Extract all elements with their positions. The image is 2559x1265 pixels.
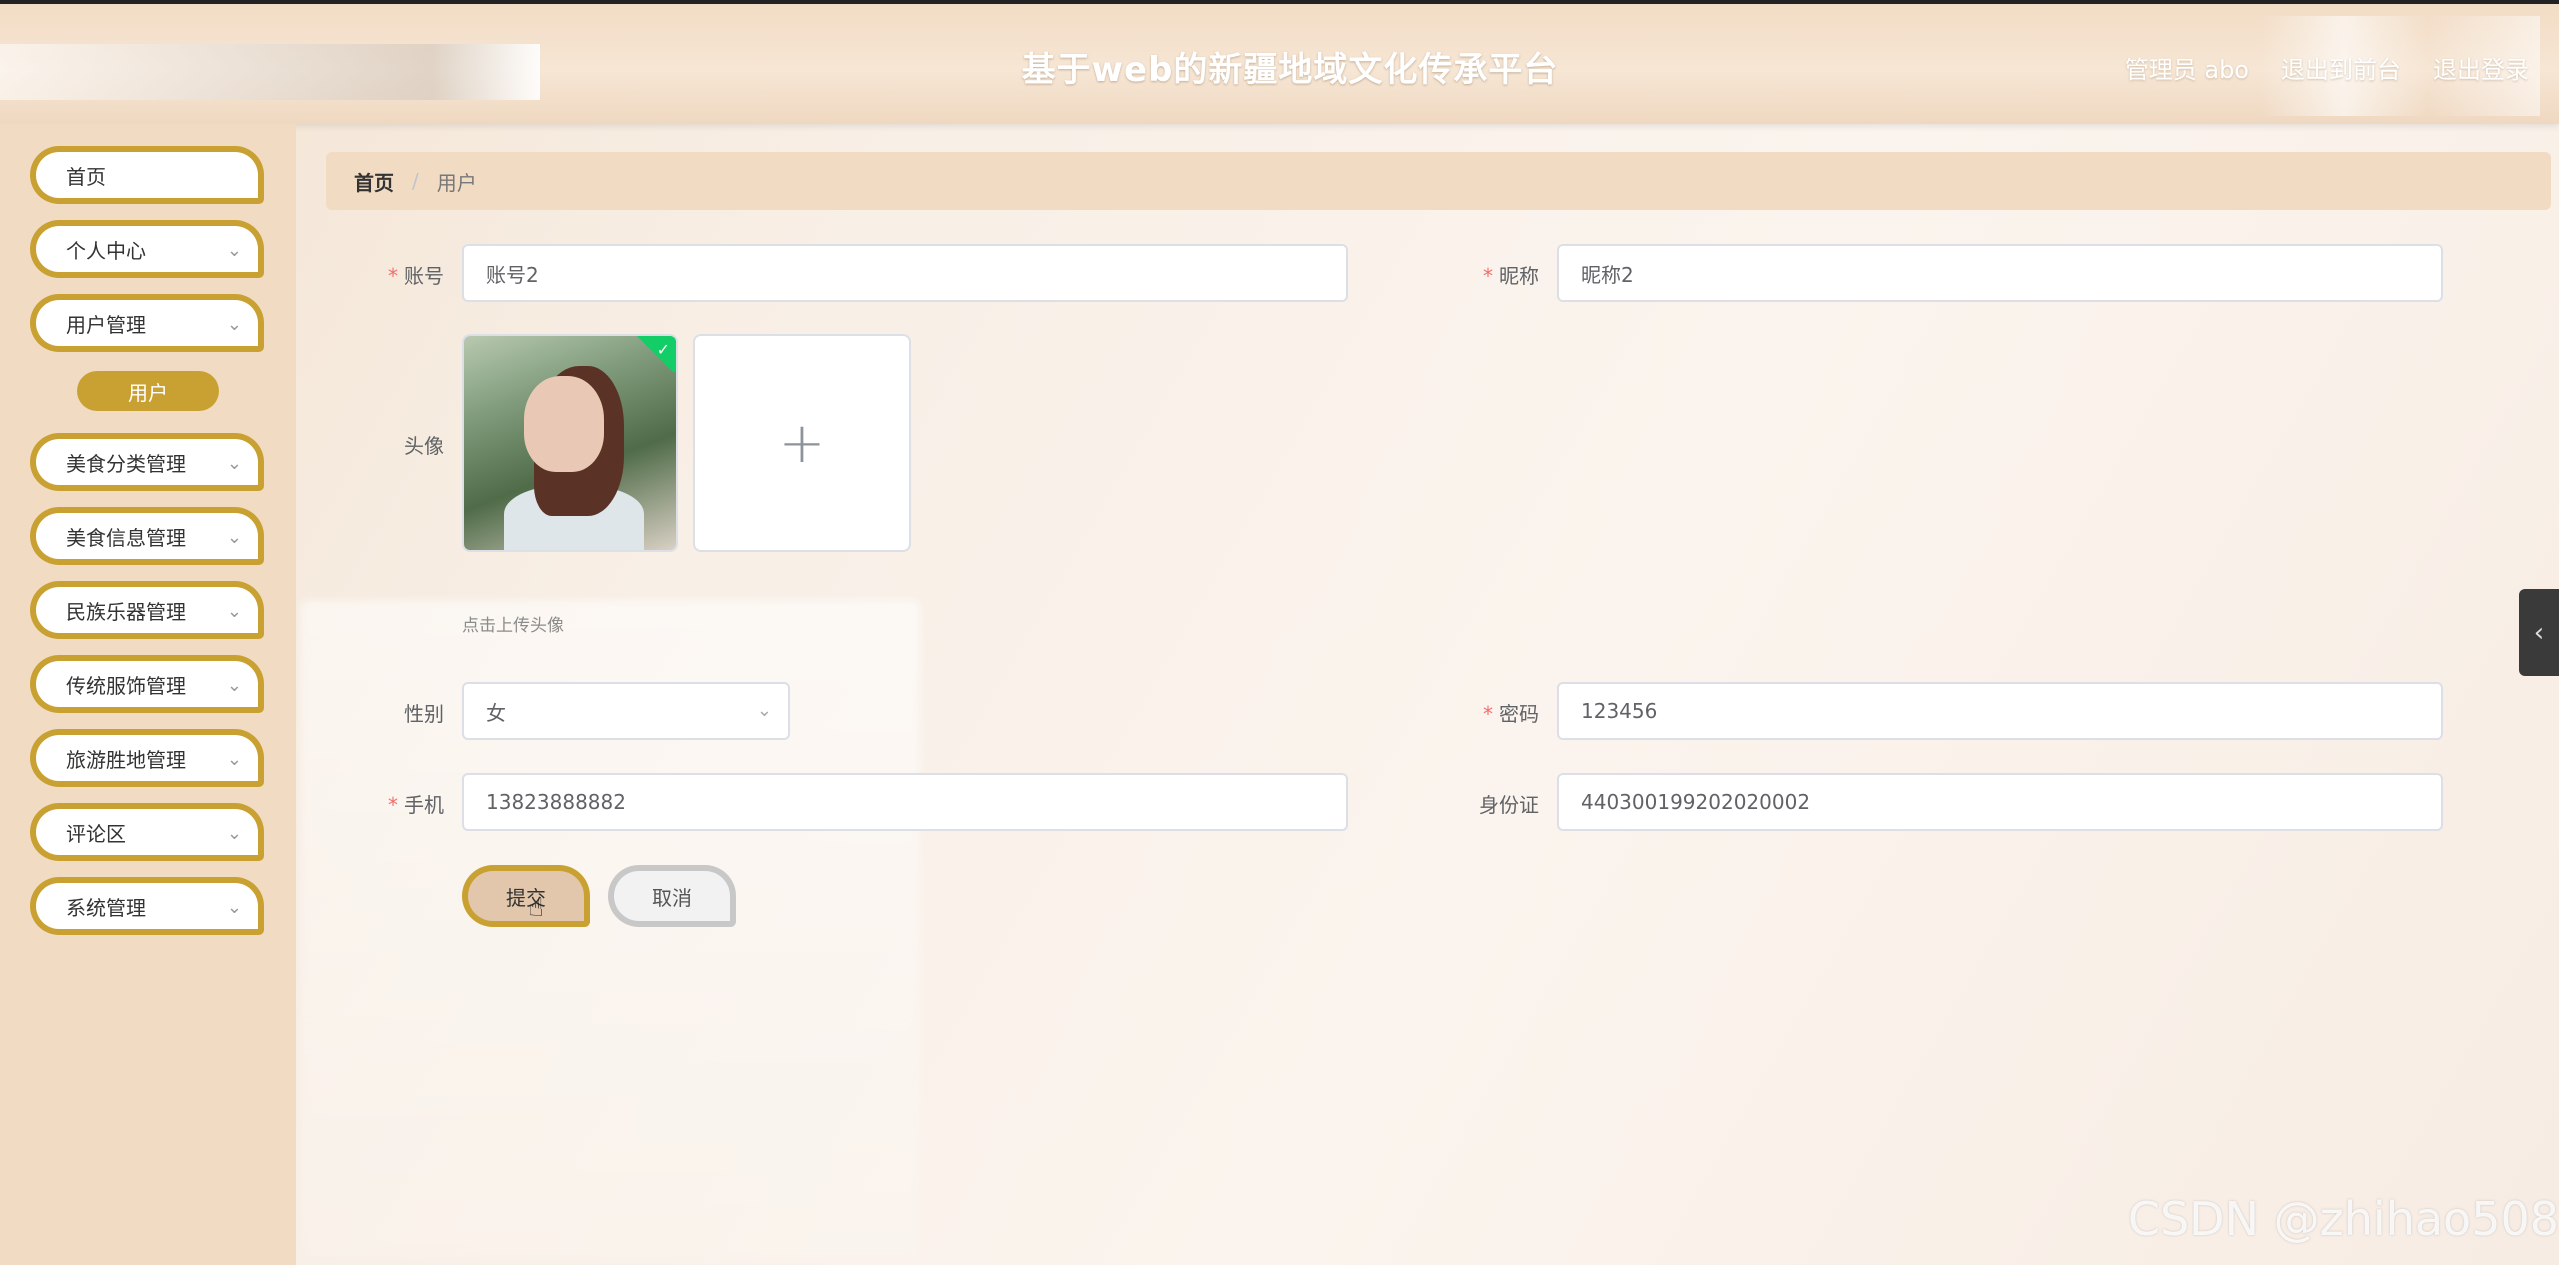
id-card-input[interactable]: 440300199202020002	[1557, 773, 2443, 831]
sidebar-item-label: 传统服饰管理	[66, 673, 186, 698]
back-to-front-link[interactable]: 退出到前台	[2281, 50, 2401, 85]
password-label: * 密码	[1483, 702, 1539, 726]
required-mark: *	[388, 264, 398, 288]
sidebar-item-label: 首页	[66, 164, 106, 189]
chevron-down-icon: ⌄	[226, 601, 242, 622]
avatar-preview[interactable]: ✓	[462, 334, 678, 552]
required-mark: *	[388, 793, 398, 817]
chevron-down-icon: ⌄	[226, 453, 242, 474]
avatar-image	[464, 336, 676, 550]
top-header: 基于web的新疆地域文化传承平台 管理员 abo 退出到前台 退出登录	[0, 0, 2559, 124]
cancel-button[interactable]: 取消	[608, 865, 736, 927]
chevron-down-icon: ⌄	[226, 675, 242, 696]
chevron-down-icon: ⌄	[226, 749, 242, 770]
pointer-cursor-icon: ☝	[528, 893, 544, 923]
sidebar-subitem-user[interactable]: 用户	[77, 371, 219, 411]
sidebar-item-personal-center[interactable]: 个人中心 ⌄	[30, 220, 264, 278]
gender-label: 性别	[404, 702, 444, 726]
gender-select[interactable]: 女 ⌄	[462, 682, 790, 740]
chevron-down-icon: ⌄	[226, 823, 242, 844]
account-label: * 账号	[388, 264, 444, 288]
chevron-down-icon: ⌄	[226, 527, 242, 548]
admin-label: 管理员 abo	[2124, 56, 2249, 84]
sidebar-item-label: 个人中心	[66, 238, 146, 263]
sidebar-item-costumes[interactable]: 传统服饰管理 ⌄	[30, 655, 264, 713]
sidebar-item-label: 系统管理	[66, 895, 146, 920]
sidebar-item-user-management[interactable]: 用户管理 ⌄	[30, 294, 264, 352]
id-card-label: 身份证	[1479, 793, 1539, 817]
breadcrumb-current: 用户	[436, 170, 477, 195]
breadcrumb: 首页 / 用户	[326, 152, 2551, 210]
avatar-label: 头像	[404, 434, 444, 458]
account-input[interactable]: 账号2	[462, 244, 1348, 302]
chevron-down-icon: ⌄	[226, 897, 242, 918]
chevron-down-icon: ⌄	[756, 700, 772, 721]
sidebar-item-label: 评论区	[66, 821, 126, 846]
chevron-down-icon: ⌄	[226, 240, 242, 261]
breadcrumb-home[interactable]: 首页	[354, 167, 394, 196]
required-mark: *	[1483, 702, 1493, 726]
password-input[interactable]: 123456	[1557, 682, 2443, 740]
logout-link[interactable]: 退出登录	[2433, 50, 2529, 85]
phone-label: * 手机	[388, 793, 444, 817]
sidebar-item-label: 用户管理	[66, 312, 146, 337]
sidebar-item-food-category[interactable]: 美食分类管理 ⌄	[30, 433, 264, 491]
nickname-label: * 昵称	[1483, 264, 1539, 288]
side-panel-toggle[interactable]: ‹	[2519, 589, 2559, 676]
plus-icon: +	[778, 410, 826, 476]
sidebar-item-label: 民族乐器管理	[66, 599, 186, 624]
nickname-input[interactable]: 昵称2	[1557, 244, 2443, 302]
phone-input[interactable]: 13823888882	[462, 773, 1348, 831]
chevron-left-icon: ‹	[2533, 617, 2545, 648]
sidebar-item-system[interactable]: 系统管理 ⌄	[30, 877, 264, 935]
avatar-upload-button[interactable]: +	[693, 334, 911, 552]
submit-button[interactable]: 提交	[462, 865, 590, 927]
avatar-upload-hint: 点击上传头像	[462, 616, 564, 636]
sidebar-item-instruments[interactable]: 民族乐器管理 ⌄	[30, 581, 264, 639]
sidebar-item-label: 旅游胜地管理	[66, 747, 186, 772]
sidebar-item-tourism[interactable]: 旅游胜地管理 ⌄	[30, 729, 264, 787]
watermark: CSDN @zhihao508	[2127, 1192, 2559, 1246]
sidebar-item-comments[interactable]: 评论区 ⌄	[30, 803, 264, 861]
breadcrumb-separator: /	[412, 169, 419, 193]
sidebar-item-food-info[interactable]: 美食信息管理 ⌄	[30, 507, 264, 565]
sidebar-item-label: 美食分类管理	[66, 451, 186, 476]
chevron-down-icon: ⌄	[226, 314, 242, 335]
sidebar-item-home[interactable]: 首页	[30, 146, 264, 204]
header-actions: 管理员 abo 退出到前台 退出登录	[2125, 50, 2529, 85]
required-mark: *	[1483, 264, 1493, 288]
check-icon: ✓	[656, 340, 670, 359]
sidebar-item-label: 美食信息管理	[66, 525, 186, 550]
